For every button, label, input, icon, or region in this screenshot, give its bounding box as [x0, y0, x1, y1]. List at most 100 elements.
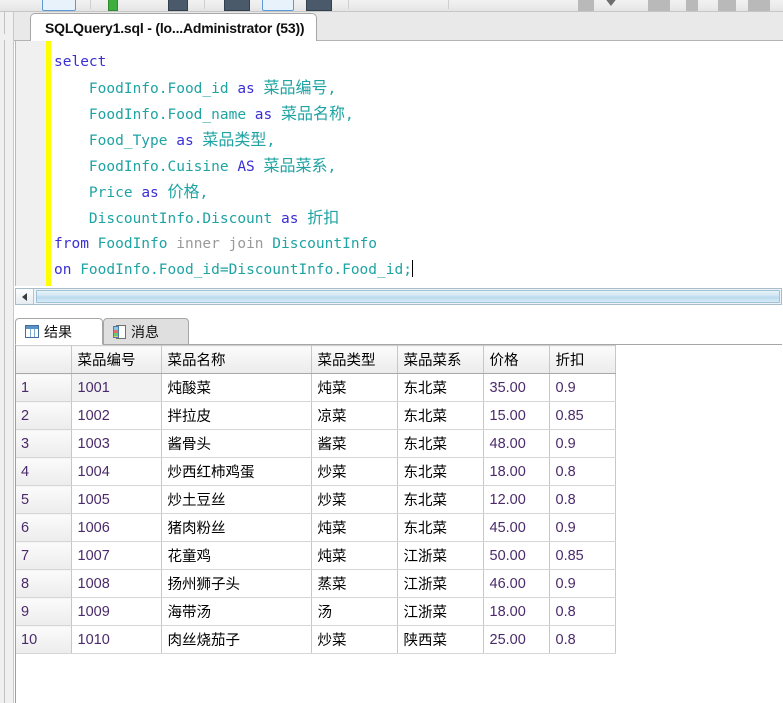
- table-cell[interactable]: 东北菜: [397, 429, 484, 458]
- table-cell[interactable]: 炒菜: [311, 625, 398, 654]
- table-cell[interactable]: 汤: [311, 597, 398, 626]
- comment-button[interactable]: [718, 0, 736, 11]
- table-cell[interactable]: 东北菜: [397, 457, 484, 486]
- table-cell[interactable]: 1008: [71, 569, 162, 598]
- tab-messages[interactable]: 消息: [103, 318, 189, 345]
- column-header[interactable]: 折扣: [549, 345, 616, 374]
- table-cell[interactable]: 扬州狮子头: [161, 569, 312, 598]
- table-cell[interactable]: 0.8: [549, 597, 616, 626]
- table-cell[interactable]: 炖菜: [311, 513, 398, 542]
- table-cell[interactable]: 凉菜: [311, 401, 398, 430]
- row-number[interactable]: 7: [15, 541, 72, 570]
- table-cell[interactable]: 东北菜: [397, 485, 484, 514]
- tab-results[interactable]: 结果: [15, 318, 103, 345]
- editor-horizontal-scrollbar[interactable]: [15, 288, 782, 305]
- new-query-button[interactable]: [42, 0, 76, 11]
- row-number[interactable]: 9: [15, 597, 72, 626]
- table-cell[interactable]: 50.00: [483, 541, 550, 570]
- table-cell[interactable]: 炒西红柿鸡蛋: [161, 457, 312, 486]
- column-header[interactable]: 菜品编号: [71, 345, 162, 374]
- debug-button[interactable]: [224, 0, 250, 11]
- table-cell[interactable]: 1010: [71, 625, 162, 654]
- sql-editor[interactable]: select FoodInfo.Food_id as 菜品编号, FoodInf…: [15, 41, 782, 286]
- table-row[interactable]: 8 1008 扬州狮子头 蒸菜 江浙菜 46.00 0.9: [15, 569, 616, 598]
- table-cell[interactable]: 25.00: [483, 625, 550, 654]
- table-cell[interactable]: 35.00: [483, 373, 550, 402]
- table-cell[interactable]: 炒菜: [311, 485, 398, 514]
- table-cell[interactable]: 花童鸡: [161, 541, 312, 570]
- table-cell[interactable]: 炒菜: [311, 457, 398, 486]
- row-number[interactable]: 6: [15, 513, 72, 542]
- table-cell[interactable]: 肉丝烧茄子: [161, 625, 312, 654]
- table-cell[interactable]: 东北菜: [397, 373, 484, 402]
- table-cell[interactable]: 45.00: [483, 513, 550, 542]
- table-cell[interactable]: 1009: [71, 597, 162, 626]
- results-grid[interactable]: 菜品编号 菜品名称 菜品类型 菜品菜系 价格 折扣 1 1001 炖酸菜 炖菜 东北菜 35.00 0…: [15, 345, 782, 703]
- scroll-left-button[interactable]: [16, 289, 34, 304]
- table-cell[interactable]: 蒸菜: [311, 569, 398, 598]
- table-cell[interactable]: 0.8: [549, 457, 616, 486]
- stop-button[interactable]: [262, 0, 294, 11]
- table-cell[interactable]: 炖菜: [311, 373, 398, 402]
- table-cell[interactable]: 0.85: [549, 541, 616, 570]
- tab-sqlquery1[interactable]: SQLQuery1.sql - (lo...Administrator (53)…: [30, 13, 318, 41]
- table-cell[interactable]: 0.9: [549, 429, 616, 458]
- results-table[interactable]: 菜品编号 菜品名称 菜品类型 菜品菜系 价格 折扣 1 1001 炖酸菜 炖菜 东北菜 35.00 0…: [15, 345, 616, 654]
- table-cell[interactable]: 酱菜: [311, 429, 398, 458]
- table-cell[interactable]: 46.00: [483, 569, 550, 598]
- table-cell[interactable]: 炖菜: [311, 541, 398, 570]
- table-cell[interactable]: 48.00: [483, 429, 550, 458]
- table-row[interactable]: 1 1001 炖酸菜 炖菜 东北菜 35.00 0.9: [15, 373, 616, 402]
- table-row[interactable]: 3 1003 酱骨头 酱菜 东北菜 48.00 0.9: [15, 429, 616, 458]
- table-cell[interactable]: 1003: [71, 429, 162, 458]
- table-row[interactable]: 9 1009 海带汤汤江浙菜 18.00 0.8: [15, 597, 616, 626]
- table-cell[interactable]: 江浙菜: [397, 597, 484, 626]
- execute-button[interactable]: [108, 0, 118, 11]
- execution-plan-button[interactable]: [306, 0, 332, 11]
- table-cell[interactable]: 1005: [71, 485, 162, 514]
- column-header[interactable]: 菜品名称: [161, 345, 312, 374]
- column-header[interactable]: 菜品菜系: [397, 345, 484, 374]
- table-cell[interactable]: 12.00: [483, 485, 550, 514]
- table-cell[interactable]: 拌拉皮: [161, 401, 312, 430]
- table-cell[interactable]: 江浙菜: [397, 569, 484, 598]
- editor-code-text[interactable]: select FoodInfo.Food_id as 菜品编号, FoodInf…: [54, 49, 413, 283]
- uncomment-button[interactable]: [748, 0, 770, 11]
- table-cell[interactable]: 海带汤: [161, 597, 312, 626]
- table-cell[interactable]: 1002: [71, 401, 162, 430]
- table-row[interactable]: 2 1002 拌拉皮 凉菜 东北菜 15.00 0.85: [15, 401, 616, 430]
- results-file-button[interactable]: [686, 0, 698, 11]
- parse-button[interactable]: [168, 0, 188, 11]
- table-cell[interactable]: 0.9: [549, 373, 616, 402]
- table-cell[interactable]: 江浙菜: [397, 541, 484, 570]
- table-row[interactable]: 4 1004 炒西红柿鸡蛋 炒菜 东北菜 18.00 0.8: [15, 457, 616, 486]
- row-number[interactable]: 2: [15, 401, 72, 430]
- table-cell[interactable]: 18.00: [483, 457, 550, 486]
- row-number[interactable]: 3: [15, 429, 72, 458]
- table-cell[interactable]: 酱骨头: [161, 429, 312, 458]
- table-cell[interactable]: 1006: [71, 513, 162, 542]
- table-cell[interactable]: 18.00: [483, 597, 550, 626]
- table-cell[interactable]: 0.8: [549, 625, 616, 654]
- horizontal-scroll-thumb[interactable]: [36, 290, 780, 303]
- table-cell[interactable]: 1001: [70, 373, 162, 402]
- results-grid-button[interactable]: [578, 0, 594, 11]
- table-cell[interactable]: 炒土豆丝: [161, 485, 312, 514]
- table-cell[interactable]: 0.8: [549, 485, 616, 514]
- column-header[interactable]: 菜品类型: [311, 345, 398, 374]
- table-cell[interactable]: 1007: [71, 541, 162, 570]
- table-cell[interactable]: 东北菜: [397, 513, 484, 542]
- table-row[interactable]: 6 1006 猪肉粉丝 炖菜 东北菜 45.00 0.9: [15, 513, 616, 542]
- table-cell[interactable]: 15.00: [483, 401, 550, 430]
- table-row[interactable]: 5 1005 炒土豆丝 炒菜 东北菜 12.00 0.8: [15, 485, 616, 514]
- row-number[interactable]: 10: [15, 625, 72, 654]
- table-cell[interactable]: 0.85: [549, 401, 616, 430]
- table-cell[interactable]: 猪肉粉丝: [161, 513, 312, 542]
- row-number[interactable]: 5: [15, 485, 72, 514]
- row-number[interactable]: 1: [15, 373, 72, 402]
- results-table-body[interactable]: 1 1001 炖酸菜 炖菜 东北菜 35.00 0.9 2 1002 拌拉皮 凉菜 东北菜 15.00 0…: [15, 373, 616, 654]
- table-cell[interactable]: 1004: [71, 457, 162, 486]
- row-number[interactable]: 8: [15, 569, 72, 598]
- column-header[interactable]: 价格: [483, 345, 550, 374]
- table-cell[interactable]: 陕西菜: [397, 625, 484, 654]
